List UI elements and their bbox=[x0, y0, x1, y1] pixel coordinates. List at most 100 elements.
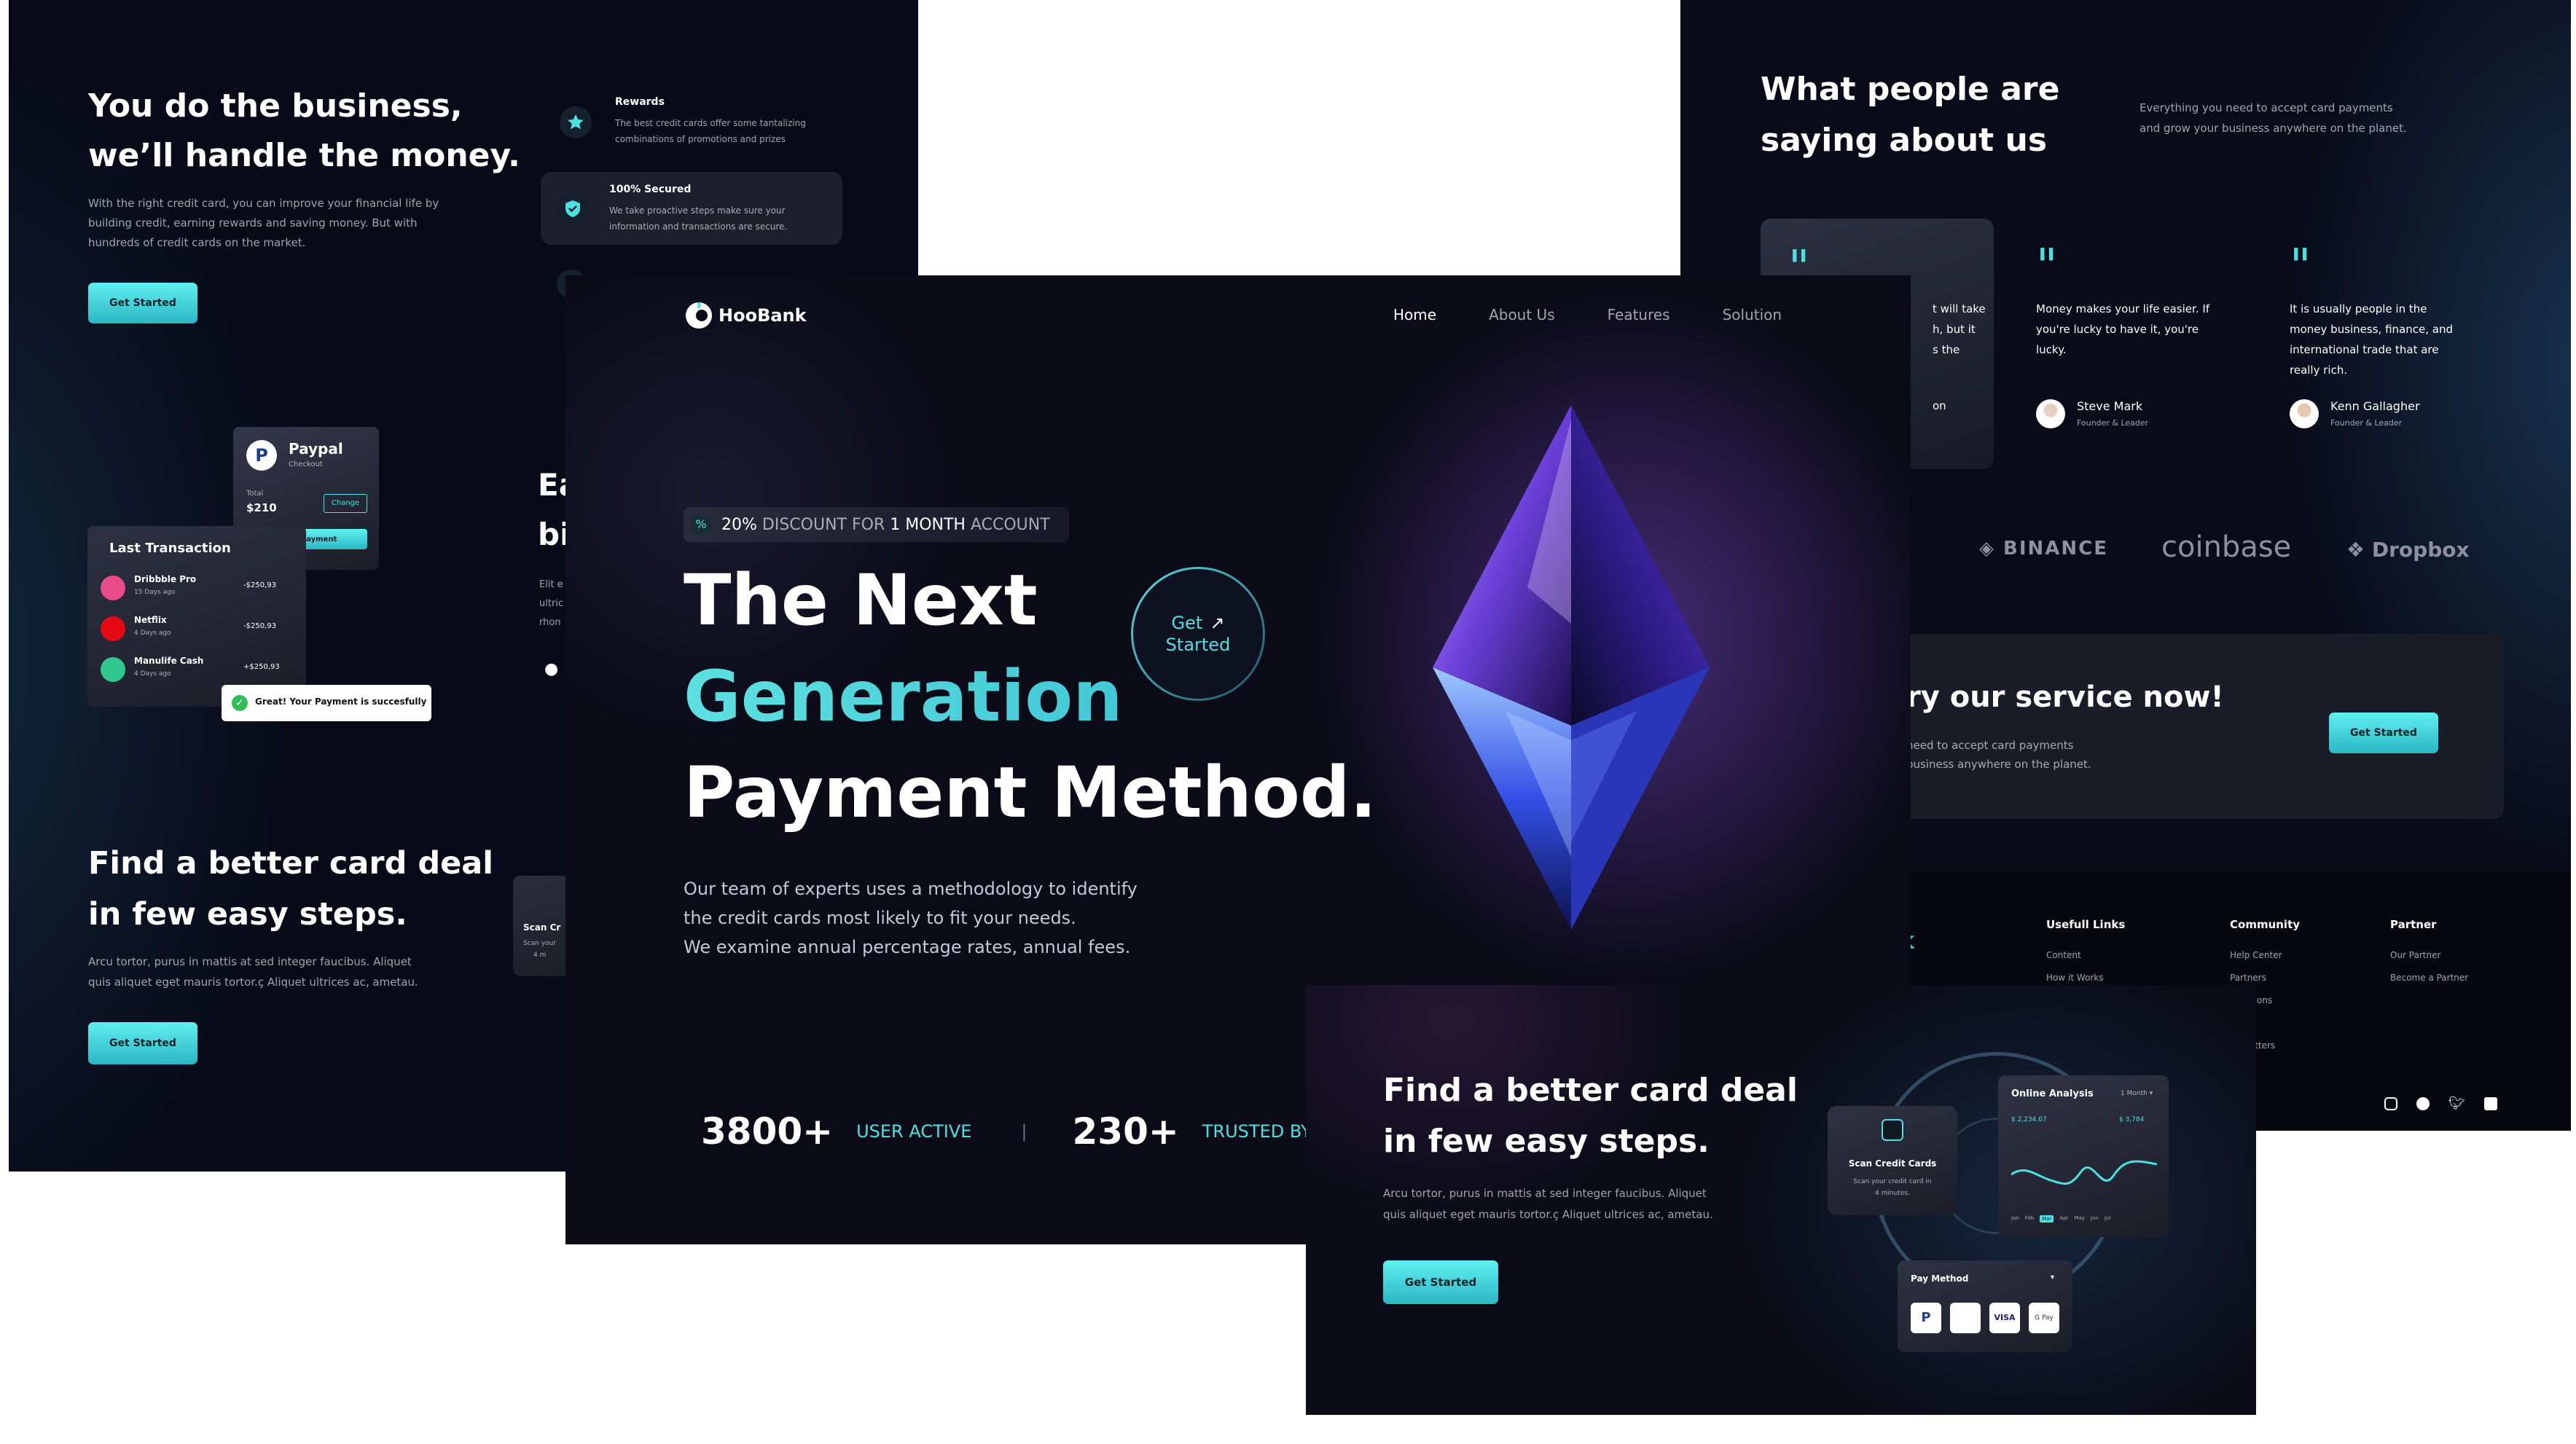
quote-icon: " bbox=[2036, 240, 2058, 294]
pay-icons: P VISA G Pay bbox=[1911, 1303, 2059, 1333]
transaction-row[interactable]: Manulife Cash 4 Days ago +$250,93 bbox=[101, 654, 297, 686]
hero-heading-line-1: The Next bbox=[684, 560, 1038, 641]
facebook-icon[interactable] bbox=[2416, 1097, 2430, 1110]
month-label[interactable]: Jul bbox=[2105, 1215, 2110, 1223]
footer-column: Partner Our Partner Become a Partner bbox=[2390, 918, 2468, 989]
transaction-row[interactable]: Dribbble Pro 15 Days ago -$250,93 bbox=[101, 573, 297, 605]
get-started-circle-button[interactable]: Get ↗ Started bbox=[1131, 567, 1265, 701]
apple-icon: ● bbox=[544, 660, 559, 678]
analysis-value-1: $ 2,234.67 bbox=[2011, 1116, 2047, 1123]
transaction-row[interactable]: Netflix 4 Days ago -$250,93 bbox=[101, 613, 297, 646]
footer-column-title: Community bbox=[2230, 918, 2301, 931]
instagram-icon[interactable] bbox=[2384, 1097, 2397, 1110]
analysis-period-dropdown[interactable]: 1 Month ▾ bbox=[2121, 1090, 2153, 1097]
transaction-time: 15 Days ago bbox=[134, 589, 176, 596]
paypal-amount: $210 bbox=[246, 501, 277, 514]
feature-title: Rewards bbox=[615, 96, 665, 108]
testimonial-text-line: Money makes your life easier. If bbox=[2036, 302, 2210, 315]
chevron-down-icon: ▾ bbox=[2149, 1090, 2153, 1097]
footer-link[interactable]: Help Center bbox=[2230, 944, 2300, 967]
binance-icon: ◈ bbox=[1979, 538, 2004, 560]
nav-about-us[interactable]: About Us bbox=[1489, 306, 1555, 323]
google-pay-icon[interactable]: G Pay bbox=[2029, 1303, 2059, 1333]
analysis-months: Jan Feb Mar Apr May Jun Jul bbox=[2011, 1215, 2110, 1223]
dropbox-logo: ❖ Dropbox bbox=[2346, 538, 2470, 562]
check-icon: ✓ bbox=[232, 695, 248, 711]
cta-get-started-button[interactable]: Get Started bbox=[2329, 713, 2438, 753]
stat-label: USER ACTIVE bbox=[856, 1121, 972, 1142]
month-label[interactable]: Mar bbox=[2040, 1215, 2054, 1223]
brand-name: HooBank bbox=[719, 305, 807, 326]
apple-pay-icon[interactable] bbox=[1950, 1303, 1981, 1333]
testimonials-title: What people are saying about us bbox=[1761, 64, 2059, 166]
hero-desc-line: building credit, earning rewards and sav… bbox=[88, 216, 418, 229]
footer-column-title: Partner bbox=[2390, 918, 2437, 931]
discount-badge: % 20% DISCOUNT FOR 1 MONTH ACCOUNT bbox=[684, 507, 1069, 542]
testimonial-role: Founder & Leader bbox=[2330, 418, 2403, 428]
chevron-down-icon[interactable]: ▾ bbox=[2051, 1274, 2054, 1282]
pay-method-title: Pay Method bbox=[1911, 1274, 1969, 1284]
footer-link[interactable]: Become a Partner bbox=[2390, 967, 2468, 989]
month-label[interactable]: Apr bbox=[2059, 1215, 2068, 1223]
cta-desc-line: business anywhere on the planet. bbox=[1906, 758, 2091, 771]
brand-logo[interactable]: HooBank bbox=[684, 300, 807, 331]
hero-title: You do the business, we’ll handle the mo… bbox=[88, 82, 520, 181]
badge-text: DISCOUNT FOR bbox=[762, 515, 885, 534]
get-started-text: Get bbox=[1171, 613, 1203, 633]
linkedin-icon[interactable] bbox=[2483, 1097, 2497, 1110]
binance-label: BINANCE bbox=[2003, 538, 2109, 560]
hero-get-started-button[interactable]: Get Started bbox=[88, 283, 197, 323]
last-transaction-card: Last Transaction Dribbble Pro 15 Days ag… bbox=[87, 526, 306, 707]
feature-secured: 100% Secured We take proactive steps mak… bbox=[541, 172, 842, 245]
main-nav: Home About Us Features Solution bbox=[1393, 306, 1782, 323]
steps-desc-line: quis aliquet eget mauris tortor.ç Alique… bbox=[88, 976, 418, 989]
twitter-icon[interactable]: 🐦︎ bbox=[2448, 1097, 2465, 1110]
footer-link[interactable]: Content bbox=[2046, 944, 2125, 967]
cta-title: ry our service now! bbox=[1906, 680, 2224, 714]
paypal-title: Paypal bbox=[289, 440, 343, 458]
avatar bbox=[2036, 399, 2065, 428]
scan-credit-card: Scan Credit Cards Scan your credit card … bbox=[1828, 1106, 1957, 1215]
steps-get-started-button[interactable]: Get Started bbox=[88, 1022, 197, 1064]
nav-solution[interactable]: Solution bbox=[1723, 306, 1782, 323]
transaction-amount: -$250,93 bbox=[243, 622, 276, 630]
bottom-get-started-button[interactable]: Get Started bbox=[1383, 1260, 1498, 1304]
paypal-icon[interactable]: P bbox=[1911, 1303, 1941, 1333]
ethereum-crystal-illustration bbox=[1433, 405, 1710, 930]
feature-description: The best credit cards offer some tantali… bbox=[615, 115, 806, 147]
badge-value: 20% bbox=[721, 515, 757, 534]
paypal-change-button[interactable]: Change bbox=[324, 494, 367, 513]
arrow-up-right-icon: ↗ bbox=[1210, 613, 1225, 633]
testimonial-text-line: s the bbox=[1933, 343, 1960, 356]
transaction-title: Last Transaction bbox=[109, 541, 231, 556]
badge-text: ACCOUNT bbox=[970, 515, 1050, 534]
testimonial-name: Steve Mark bbox=[2077, 399, 2143, 413]
partial-text-line: ultric bbox=[539, 598, 564, 609]
nav-home[interactable]: Home bbox=[1393, 306, 1436, 323]
badge-value: 1 MONTH bbox=[890, 515, 966, 534]
get-started-text: Started bbox=[1165, 635, 1231, 655]
footer-link[interactable]: Our Partner bbox=[2390, 944, 2468, 967]
month-label[interactable]: Feb bbox=[2025, 1215, 2034, 1223]
partial-text-line: Elit e bbox=[539, 579, 563, 590]
transaction-time: 4 Days ago bbox=[134, 670, 171, 678]
quote-icon: " bbox=[2290, 240, 2311, 294]
steps-title-line: in few easy steps. bbox=[88, 896, 407, 933]
discount-icon: % bbox=[691, 514, 711, 535]
scan-card-sub: Scan your bbox=[523, 940, 556, 947]
feature-desc-line: We take proactive steps make sure your bbox=[609, 205, 786, 216]
analysis-title: Online Analysis bbox=[2011, 1088, 2094, 1099]
bottom-desc-line: quis aliquet eget mauris tortor.ç Alique… bbox=[1383, 1208, 1713, 1221]
month-label[interactable]: Jun bbox=[2091, 1215, 2099, 1223]
bottom-title-line: Find a better card deal bbox=[1383, 1072, 1798, 1109]
nav-features[interactable]: Features bbox=[1608, 306, 1670, 323]
month-label[interactable]: May bbox=[2075, 1215, 2085, 1223]
testimonial-text-line: lucky. bbox=[2036, 343, 2067, 356]
hero-title-line-2: we’ll handle the money. bbox=[88, 137, 520, 174]
month-label[interactable]: Jan bbox=[2011, 1215, 2019, 1223]
merchant-name: Dribbble Pro bbox=[134, 574, 197, 584]
stats-row: 3800+ USER ACTIVE | 230+ TRUSTED BY C bbox=[701, 1110, 1329, 1153]
bottom-panel: Find a better card deal in few easy step… bbox=[1306, 985, 2256, 1415]
visa-icon[interactable]: VISA bbox=[1989, 1303, 2020, 1333]
testimonial-role: Founder & Leader bbox=[2077, 418, 2149, 428]
